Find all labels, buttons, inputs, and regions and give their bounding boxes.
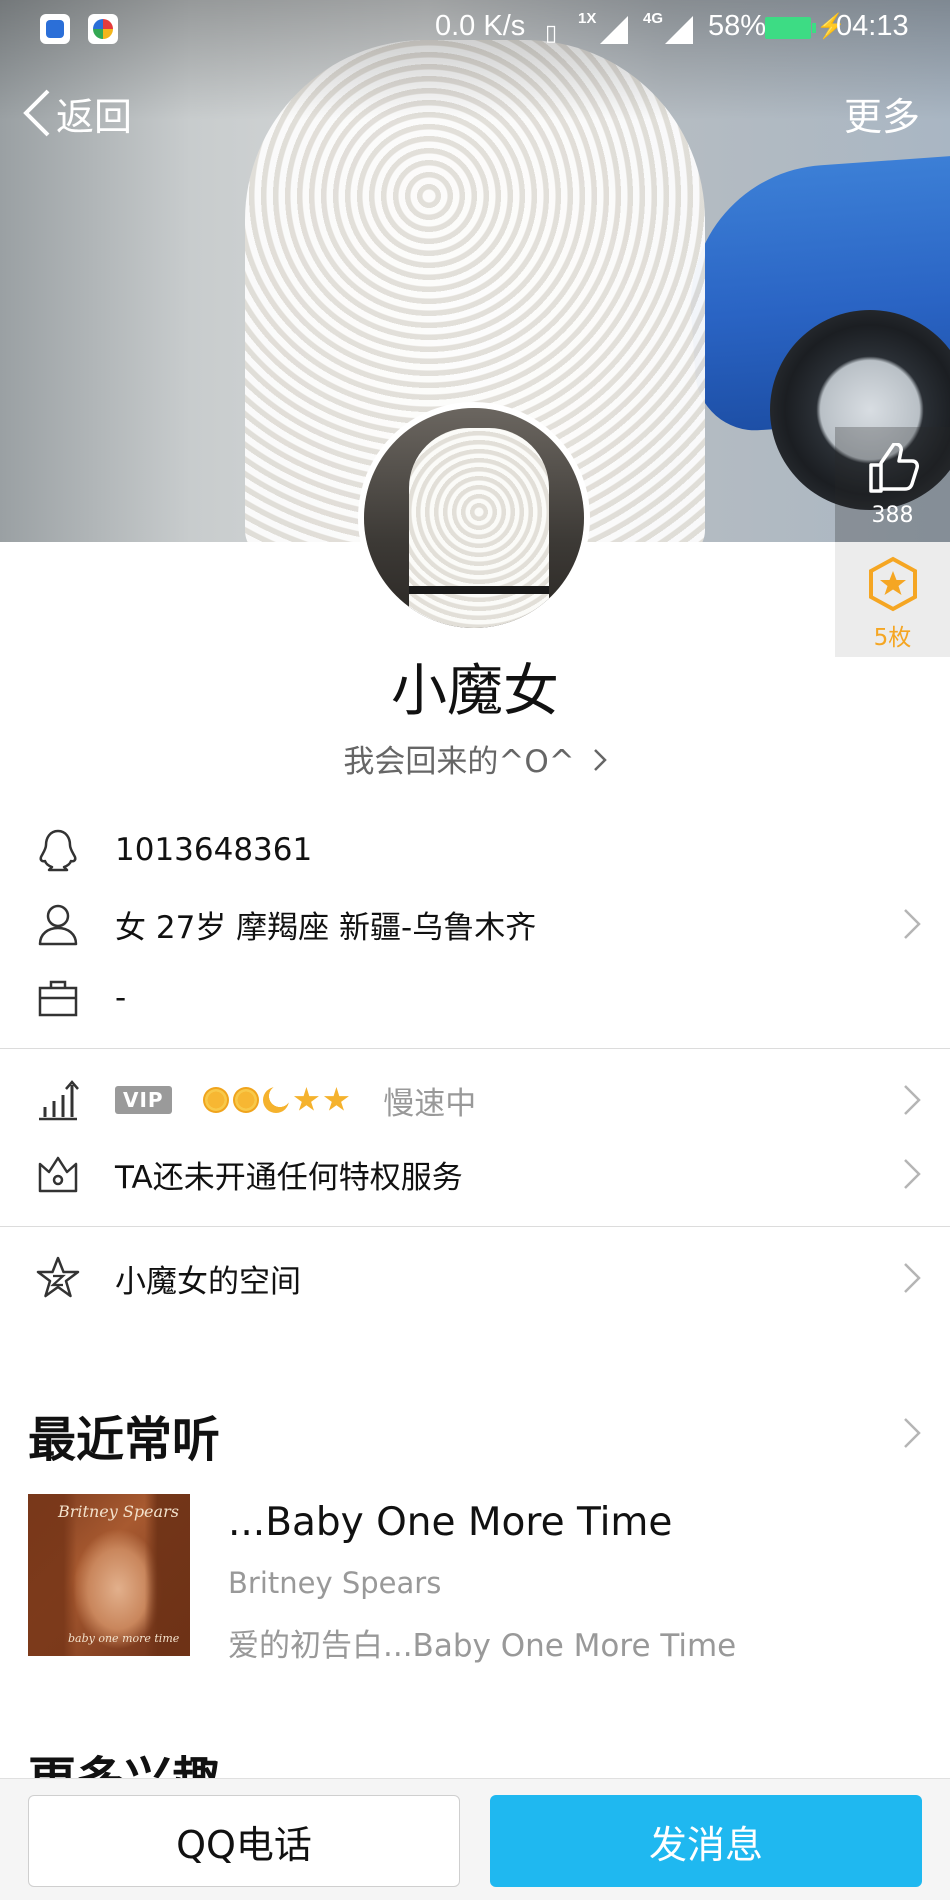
qq-call-button[interactable]: QQ电话 <box>28 1795 460 1887</box>
personal-info: 女 27岁 摩羯座 新疆-乌鲁木齐 <box>115 909 537 946</box>
occupation: - <box>115 980 127 1016</box>
back-label: 返回 <box>56 94 133 139</box>
medal-button[interactable]: 5枚 <box>835 542 950 657</box>
album-cover-title: baby one more time <box>68 1632 180 1645</box>
level-info: VIP 慢速中 <box>115 1078 476 1123</box>
send-message-button[interactable]: 发消息 <box>490 1795 922 1887</box>
chevron-right-icon <box>904 909 921 939</box>
privilege-row[interactable]: TA还未开通任何特权服务 <box>0 1138 950 1210</box>
chevron-right-icon <box>904 1263 921 1293</box>
star-icon <box>323 1087 349 1111</box>
avatar[interactable] <box>358 402 590 634</box>
signal-2-label: 4G <box>643 10 664 27</box>
profile-page: 0.0 K/s ▯ 1X 4G 58% ⚡ 04:13 返回 更多 388 5枚 <box>0 0 950 1900</box>
medal-star-icon <box>868 556 917 612</box>
vip-badge: VIP <box>115 1086 172 1114</box>
qq-number: 1013648361 <box>115 832 313 868</box>
qzone-text: 小魔女的空间 <box>115 1263 301 1300</box>
divider <box>0 1048 950 1049</box>
occupation-row: - <box>0 962 950 1034</box>
chevron-right-icon[interactable] <box>902 1416 922 1450</box>
qq-number-row: 1013648361 <box>0 814 950 886</box>
album-cover[interactable]: Britney Spears baby one more time <box>28 1494 190 1656</box>
like-button[interactable]: 388 <box>835 427 950 542</box>
signal-2-icon <box>665 16 693 44</box>
person-icon <box>36 902 80 946</box>
qzone-row[interactable]: 小魔女的空间 <box>0 1242 950 1314</box>
star-icon <box>293 1087 319 1111</box>
speed-status: 慢速中 <box>383 1085 477 1122</box>
bottom-action-bar: QQ电话 发消息 <box>0 1778 950 1900</box>
clock: 04:13 <box>836 10 909 42</box>
level-chart-icon <box>36 1078 80 1122</box>
app-notification-icon <box>40 14 70 44</box>
app-notification-icon <box>88 14 118 44</box>
privilege-text: TA还未开通任何特权服务 <box>115 1159 463 1196</box>
signature-link[interactable]: 我会回来的^O^ <box>0 736 950 781</box>
avatar-dress <box>409 428 549 628</box>
signal-1-icon <box>600 16 628 44</box>
more-button[interactable]: 更多 <box>844 86 920 141</box>
divider <box>0 1226 950 1227</box>
back-button[interactable]: 返回 <box>22 86 132 140</box>
song-artist: Britney Spears <box>228 1566 442 1600</box>
status-bar: 0.0 K/s ▯ 1X 4G 58% ⚡ 04:13 <box>0 0 950 56</box>
thumbs-up-icon <box>868 442 919 493</box>
chevron-right-icon <box>593 749 607 771</box>
song-album: 爱的初告白...Baby One More Time <box>228 1628 737 1664</box>
sun-icon <box>203 1087 230 1113</box>
qzone-star-icon <box>36 1256 80 1300</box>
chevron-right-icon <box>904 1159 921 1189</box>
song-title[interactable]: ...Baby One More Time <box>228 1500 672 1545</box>
battery-percent: 58% <box>708 10 767 42</box>
signature-text: 我会回来的^O^ <box>343 744 575 780</box>
chevron-right-icon <box>904 1085 921 1115</box>
level-icons <box>203 1087 349 1113</box>
chevron-left-icon <box>23 89 50 137</box>
vibrate-icon: ▯ <box>545 20 558 45</box>
avatar-belt <box>409 586 549 594</box>
sun-icon <box>233 1087 260 1113</box>
personal-info-row[interactable]: 女 27岁 摩羯座 新疆-乌鲁木齐 <box>0 888 950 960</box>
network-speed: 0.0 K/s <box>435 10 526 42</box>
signal-1-label: 1X <box>578 10 597 27</box>
recent-listens-title[interactable]: 最近常听 <box>28 1400 220 1470</box>
battery-icon <box>765 17 816 39</box>
level-row[interactable]: VIP 慢速中 <box>0 1064 950 1136</box>
briefcase-icon <box>36 976 80 1020</box>
moon-icon <box>263 1087 290 1113</box>
profile-name: 小魔女 <box>391 659 559 724</box>
album-cover-artist: Britney Spears <box>58 1502 179 1521</box>
like-count: 388 <box>871 503 914 528</box>
penguin-icon <box>36 828 80 872</box>
crown-box-icon <box>36 1152 80 1196</box>
